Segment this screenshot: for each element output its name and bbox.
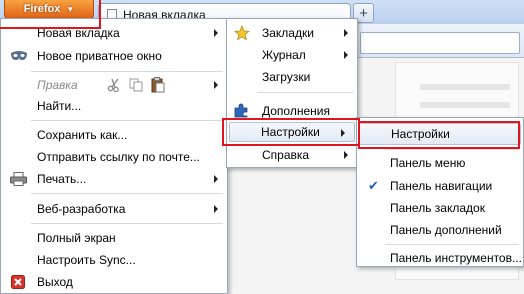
submenu-item-toolbars[interactable]: Панель инструментов... (357, 248, 523, 268)
menu-item-save-as[interactable]: Сохранить как... (1, 125, 227, 145)
submenu-item-menu-bar[interactable]: Панель меню (357, 153, 523, 173)
menu-item-label: Закладки (262, 26, 314, 40)
menu-separator (31, 120, 223, 121)
submenu-arrow-icon (344, 29, 348, 37)
menu-item-downloads[interactable]: Загрузки (227, 67, 357, 87)
submenu-item-addons-bar[interactable]: Панель дополнений (357, 220, 523, 240)
puzzle-piece-icon (234, 103, 248, 118)
menu-item-label: Отправить ссылку по почте... (37, 150, 200, 164)
menu-item-label: Сохранить как... (37, 128, 128, 142)
menu-item-label: Выход (37, 275, 73, 289)
menu-separator (385, 149, 519, 150)
menu-item-addons[interactable]: Дополнения (227, 101, 357, 121)
private-mask-icon (11, 51, 27, 60)
submenu-arrow-icon (344, 151, 348, 159)
paste-clipboard-icon[interactable] (151, 77, 165, 93)
submenu-arrow-icon (214, 29, 218, 37)
menu-item-label: Загрузки (262, 70, 311, 84)
star-icon (234, 25, 250, 41)
menu-item-edit[interactable]: Правка (1, 75, 227, 95)
submenu-item-navigation-bar[interactable]: ✔ Панель навигации (357, 176, 523, 196)
menu-item-full-screen[interactable]: Полный экран (1, 228, 227, 248)
menu-item-private-window[interactable]: Новое приватное окно (1, 46, 227, 66)
submenu-arrow-icon (214, 81, 218, 89)
menu-item-label: Найти... (37, 99, 82, 113)
menu-separator (31, 223, 223, 224)
menu-item-label: Панель дополнений (390, 223, 502, 237)
menu-item-label: Дополнения (262, 104, 330, 118)
settings-submenu: Настройки Панель меню ✔ Панель навигации… (356, 117, 524, 267)
copy-icon[interactable] (129, 78, 143, 92)
checkmark-icon: ✔ (368, 178, 379, 193)
submenu-arrow-icon (214, 205, 218, 213)
content-line (420, 84, 510, 90)
menu-item-setup-sync[interactable]: Настроить Sync... (1, 250, 227, 270)
menu-separator (257, 92, 353, 93)
menu-item-label: Панель закладок (390, 201, 485, 215)
menu-item-label: Веб-разработка (37, 202, 126, 216)
menu-separator (31, 193, 223, 194)
printer-icon (10, 172, 27, 186)
firefox-side-menu: Закладки Журнал Загрузки Дополнения Наст… (226, 18, 358, 168)
menu-item-label: Печать... (37, 172, 87, 186)
menu-item-label: Панель навигации (390, 179, 493, 193)
menu-item-label: Новое приватное окно (37, 49, 162, 63)
menu-separator (31, 71, 223, 72)
menu-item-label: Новая вкладка (37, 26, 120, 40)
firefox-main-menu: Новая вкладка Новое приватное окно Правк… (0, 18, 228, 294)
menu-separator (385, 244, 519, 245)
menu-item-find[interactable]: Найти... (1, 96, 227, 116)
submenu-arrow-icon (344, 51, 348, 59)
url-bar[interactable] (360, 32, 520, 54)
menu-item-history[interactable]: Журнал (227, 45, 357, 65)
menu-item-label: Журнал (262, 48, 306, 62)
menu-item-bookmarks[interactable]: Закладки (227, 23, 357, 43)
menu-item-web-developer[interactable]: Веб-разработка (1, 199, 227, 219)
content-line (420, 102, 510, 108)
menu-item-new-tab[interactable]: Новая вкладка (1, 23, 227, 43)
firefox-button-label: Firefox (23, 3, 61, 15)
menu-item-help[interactable]: Справка (227, 145, 357, 165)
menu-item-print[interactable]: Печать... (1, 169, 227, 189)
cut-scissors-icon[interactable] (107, 78, 121, 92)
submenu-item-bookmarks-bar[interactable]: Панель закладок (357, 198, 523, 218)
menu-item-exit[interactable]: Выход (1, 272, 227, 292)
firefox-menu-button[interactable]: Firefox ▼ (4, 0, 94, 19)
submenu-arrow-icon (214, 175, 218, 183)
menu-item-label: Настройки (261, 125, 320, 139)
menu-item-settings[interactable]: Настройки (229, 122, 355, 142)
submenu-item-settings[interactable]: Настройки (359, 123, 521, 145)
submenu-arrow-icon (341, 129, 345, 137)
menu-item-label: Панель инструментов... (390, 251, 522, 265)
menu-item-label: Настроить Sync... (37, 253, 136, 267)
menu-item-send-link[interactable]: Отправить ссылку по почте... (1, 147, 227, 167)
dropdown-arrow-icon: ▼ (66, 4, 75, 14)
exit-close-icon (11, 275, 25, 289)
menu-item-label: Полный экран (37, 231, 116, 245)
menu-item-label: Настройки (391, 127, 450, 141)
menu-item-label: Справка (262, 148, 310, 162)
menu-item-label: Правка (37, 78, 78, 92)
menu-item-label: Панель меню (390, 156, 466, 170)
